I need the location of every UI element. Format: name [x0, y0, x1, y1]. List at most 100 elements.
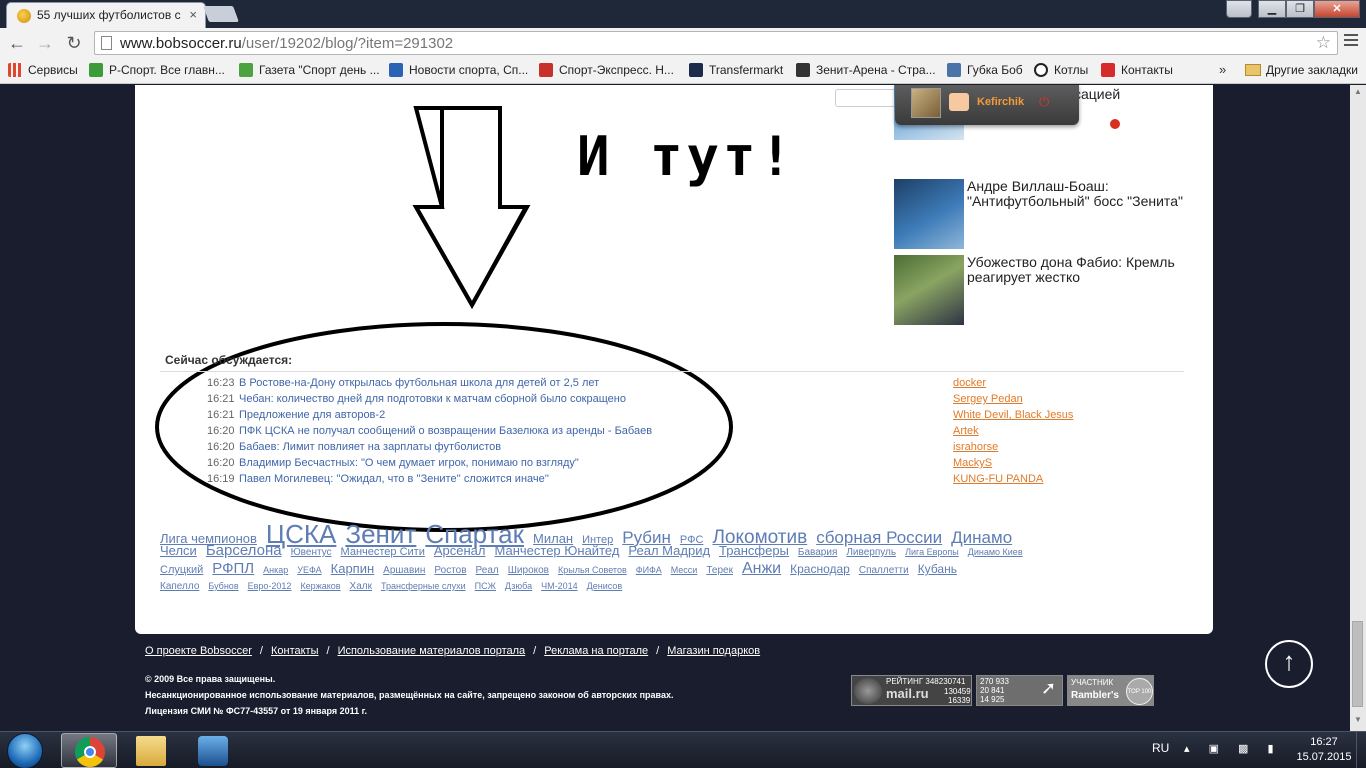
taskbar-explorer[interactable]: [123, 733, 179, 768]
tag-link[interactable]: Ювентус: [291, 548, 332, 558]
tray-icons[interactable]: ▴ ▣ ▩ ▮: [1184, 742, 1282, 755]
logout-icon[interactable]: ⏻: [1039, 94, 1049, 110]
taskbar-app[interactable]: [185, 733, 241, 768]
bookmark-item[interactable]: Спорт-Экспресс. Н...: [539, 63, 674, 79]
scroll-up-icon[interactable]: ▲: [1350, 87, 1366, 101]
tag-link[interactable]: Ростов: [434, 566, 466, 576]
liveinternet-counter[interactable]: 270 933 20 841 14 925 ➚: [976, 675, 1063, 706]
tag-link[interactable]: Трансферы: [719, 544, 789, 557]
discussed-user-link[interactable]: KUNG-FU PANDA: [953, 473, 1043, 489]
tag-link[interactable]: РФПЛ: [212, 561, 254, 576]
tag-link[interactable]: Капелло: [160, 582, 199, 592]
tag-link[interactable]: Терек: [706, 566, 733, 576]
discussed-link[interactable]: Чебан: количество дней для подготовки к …: [239, 393, 626, 405]
footer-link-ads[interactable]: Реклама на портале: [544, 645, 648, 657]
discussed-user-link[interactable]: docker: [953, 377, 986, 393]
discussed-link[interactable]: В Ростове-на-Дону открылась футбольная ш…: [239, 377, 599, 389]
tag-link[interactable]: Трансферные слухи: [381, 582, 466, 591]
tag-link[interactable]: Манчестер Юнайтед: [495, 544, 620, 557]
tag-link[interactable]: Краснодар: [790, 563, 850, 575]
reload-button[interactable]: ↻: [63, 32, 85, 54]
footer-link-contacts[interactable]: Контакты: [271, 645, 319, 657]
discussed-link[interactable]: Владимир Бесчастных: "О чем думает игрок…: [239, 457, 579, 469]
forward-button[interactable]: →: [34, 32, 56, 54]
footer-link-shop[interactable]: Магазин подарков: [667, 645, 760, 657]
bookmark-item[interactable]: Газета "Спорт день ...: [239, 63, 380, 79]
discussed-link[interactable]: Павел Могилевец: ''Ожидал, что в ''Зенит…: [239, 473, 549, 485]
maximize-button[interactable]: ❐: [1286, 0, 1314, 18]
bookmark-item[interactable]: Зенит-Арена - Стра...: [796, 63, 936, 79]
tag-link[interactable]: Динамо Киев: [968, 548, 1023, 557]
show-desktop-button[interactable]: [1356, 732, 1366, 768]
tag-link[interactable]: УЕФА: [297, 566, 321, 575]
tab-active[interactable]: 55 лучших футболистов с ×: [6, 2, 206, 28]
page-scrollbar[interactable]: ▲ ▼: [1350, 85, 1366, 731]
tag-link[interactable]: Аршавин: [383, 566, 425, 576]
tag-link[interactable]: Бавария: [798, 548, 837, 558]
bookmark-item[interactable]: Контакты: [1101, 63, 1173, 79]
address-bar[interactable]: www.bobsoccer.ru/user/19202/blog/?item=2…: [94, 31, 1338, 55]
discussed-user-link[interactable]: White Devil, Black Jesus: [953, 409, 1073, 425]
back-button[interactable]: ←: [6, 32, 28, 54]
discussed-link[interactable]: Бабаев: Лимит повлияет на зарплаты футбо…: [239, 441, 501, 453]
tag-link[interactable]: Барселона: [206, 543, 282, 558]
tag-link[interactable]: Кержаков: [300, 582, 340, 591]
other-bookmarks-folder[interactable]: Другие закладки: [1245, 63, 1358, 77]
tag-link[interactable]: Денисов: [587, 582, 623, 591]
tag-link[interactable]: Халк: [350, 582, 372, 592]
tag-link[interactable]: Дзюба: [505, 582, 532, 591]
tag-link[interactable]: Лига Европы: [905, 548, 959, 557]
scroll-to-top-button[interactable]: ↑: [1265, 640, 1313, 688]
discussed-link[interactable]: Предложение для авторов-2: [239, 409, 385, 421]
clock[interactable]: 16:27 15.07.2015: [1294, 735, 1354, 765]
tag-link[interactable]: Месси: [671, 566, 698, 575]
start-button[interactable]: [7, 733, 43, 768]
bookmark-item[interactable]: Губка Боб: [947, 63, 1023, 79]
tag-link[interactable]: Реал Мадрид: [628, 544, 710, 557]
footer-link-usage[interactable]: Использование материалов портала: [338, 645, 526, 657]
discussed-link[interactable]: ПФК ЦСКА не получал сообщений о возвраще…: [239, 425, 652, 437]
minimize-button[interactable]: ▁: [1258, 0, 1286, 18]
bookmark-item[interactable]: Р-Спорт. Все главн...: [89, 63, 225, 79]
tag-link[interactable]: Широков: [508, 566, 549, 576]
bookmarks-overflow-button[interactable]: »: [1219, 62, 1226, 77]
tab-close-icon[interactable]: ×: [189, 7, 197, 22]
tag-link[interactable]: Реал: [476, 566, 499, 576]
bookmark-item[interactable]: Новости спорта, Сп...: [389, 63, 528, 79]
tag-link[interactable]: Спаллетти: [859, 566, 909, 576]
tag-link[interactable]: ЧМ-2014: [541, 582, 578, 591]
tag-link[interactable]: Анжи: [742, 561, 781, 577]
bookmark-item[interactable]: Котлы: [1034, 63, 1088, 79]
close-window-button[interactable]: ✕: [1314, 0, 1360, 18]
tag-link[interactable]: Челси: [160, 544, 197, 557]
profile-button[interactable]: [1226, 0, 1252, 18]
tag-link[interactable]: Слуцкий: [160, 565, 203, 576]
new-tab-button[interactable]: [203, 6, 239, 22]
taskbar-chrome[interactable]: [61, 733, 117, 768]
tag-link[interactable]: Карпин: [331, 562, 375, 575]
bookmark-star-icon[interactable]: ☆: [1316, 33, 1331, 53]
tag-link[interactable]: Крылья Советов: [558, 566, 627, 575]
tag-link[interactable]: ПСЖ: [475, 582, 496, 591]
discussed-user-link[interactable]: Artek: [953, 425, 979, 441]
chrome-menu-icon[interactable]: [1344, 34, 1358, 50]
rambler-counter[interactable]: УЧАСТНИК Rambler's TOP 100: [1067, 675, 1154, 706]
tag-link[interactable]: Ливерпуль: [846, 548, 896, 558]
tag-link[interactable]: ФИФА: [636, 566, 662, 575]
discussed-user-link[interactable]: Sergey Pedan: [953, 393, 1023, 409]
footer-link-about[interactable]: О проекте Bobsoccer: [145, 645, 252, 657]
scrollbar-thumb[interactable]: [1352, 621, 1363, 707]
avatar[interactable]: [911, 88, 941, 118]
tag-link[interactable]: Манчестер Сити: [341, 547, 425, 558]
bookmark-item[interactable]: Сервисы: [8, 63, 78, 79]
language-indicator[interactable]: RU: [1152, 741, 1169, 755]
tag-link[interactable]: Анкар: [263, 566, 288, 575]
tag-link[interactable]: Кубань: [918, 563, 957, 575]
mailru-counter[interactable]: РЕЙТИНГ 348230741 mail.ru 130459 16339: [851, 675, 972, 706]
scroll-down-icon[interactable]: ▼: [1350, 715, 1366, 729]
tag-link[interactable]: Евро-2012: [248, 582, 292, 591]
tag-link[interactable]: Бубнов: [208, 582, 238, 591]
tag-link[interactable]: Арсенал: [434, 544, 486, 557]
user-name[interactable]: Kefirchik: [977, 96, 1024, 108]
bookmark-item[interactable]: Transfermarkt: [689, 63, 783, 79]
